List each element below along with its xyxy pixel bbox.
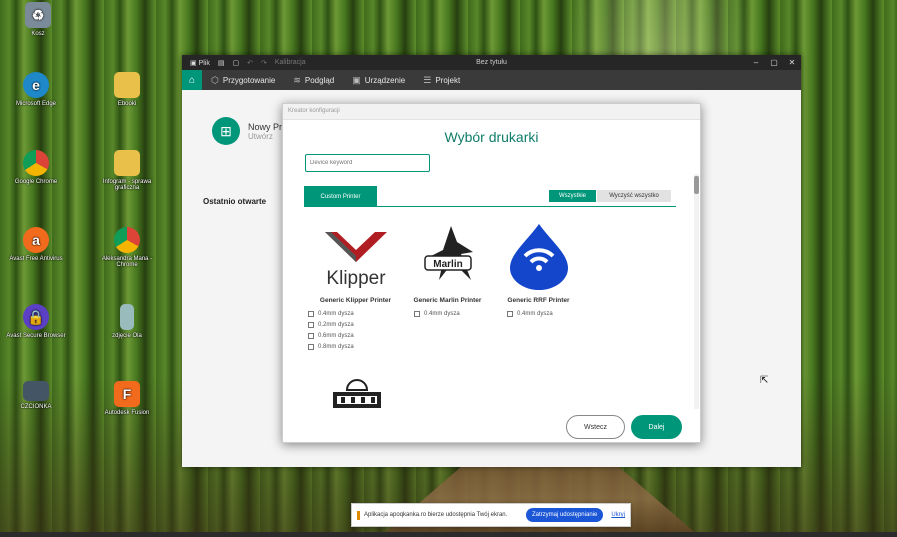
redo-icon[interactable]: ↷ [261,59,267,67]
checkbox[interactable] [308,332,314,339]
home-icon[interactable]: ⌂ [182,70,202,90]
recent-heading: Ostatnio otwarte [203,197,267,206]
folder-image-icon [114,150,140,176]
minimize-icon[interactable]: – [747,58,765,67]
printer-card-rrf[interactable]: Generic RRF Printer 0.4mm dysza [491,222,586,319]
avast-icon: a [23,227,49,253]
nozzle-option[interactable]: 0.6mm dysza [308,330,403,341]
new-project-button[interactable]: ⊞ Nowy Pr Utwórz [212,117,282,145]
printer-card-klipper[interactable]: Klipper Generic Klipper Printer 0.4mm dy… [308,222,403,352]
marlin-logo: Marlin [423,226,473,280]
layers-icon: ≋ [293,74,301,85]
title-bar: ▣ Plik ▤ ▢ ↶ ↷ Kalibracja Bez tytułu – ▢… [182,55,801,70]
nozzle-option[interactable]: 0.4mm dysza [507,308,586,319]
desktop-icon-chrome[interactable]: Google Chrome [6,150,66,185]
mouse-cursor-icon: ⇱ [760,375,769,386]
printer-card-marlin[interactable]: Marlin Generic Marlin Printer 0.4mm dysz… [400,222,495,319]
klipper-logo: Klipper [324,232,387,289]
recycle-bin-icon: ♻ [25,2,51,28]
calibration-menu[interactable]: Kalibracja [275,59,306,66]
open-icon[interactable]: ▢ [232,59,239,67]
font-folder-icon [23,381,49,401]
chrome-profile-icon [114,227,140,253]
next-button[interactable]: Dalej [631,415,682,439]
tab-project[interactable]: ☰ Projekt [414,75,469,86]
desktop-icon-zdjecie[interactable]: zdjęcie Ola [97,304,157,339]
nozzle-option[interactable]: 0.4mm dysza [414,308,495,319]
search-input[interactable] [305,154,430,172]
printer-logo-partial [333,379,381,408]
checkbox[interactable] [308,321,314,328]
file-menu[interactable]: ▣ Plik [190,59,210,67]
device-icon: ▣ [352,74,361,85]
svg-text:Klipper: Klipper [326,268,386,289]
back-button[interactable]: Wstecz [566,415,625,439]
desktop-icon-edge[interactable]: e Microsoft Edge [6,72,66,107]
list-icon: ☰ [423,74,432,85]
main-tab-bar: ⌂ ⬡ Przygotowanie ≋ Podgląd ▣ Urządzenie ☰ P… [182,70,801,90]
desktop-icon-recycle-bin[interactable]: ♻ Kosz [8,2,68,37]
nozzle-option[interactable]: 0.2mm dysza [308,319,403,330]
clear-all-button[interactable]: Wyczyść wszystko [597,190,671,202]
nozzle-option[interactable]: 0.8mm dysza [308,341,403,352]
nozzle-option[interactable]: 0.4mm dysza [308,308,403,319]
plus-icon: ⊞ [212,117,240,145]
checkbox[interactable] [308,343,314,350]
folder-icon [114,72,140,98]
tab-device[interactable]: ▣ Urządzenie [343,75,414,86]
taskbar [0,532,897,537]
chrome-icon [23,150,49,176]
checkbox[interactable] [308,310,314,317]
screen-share-notification: Aplikacja apoqkanka.ro bierze udostępnia… [351,503,631,527]
image-file-icon [120,304,134,330]
svg-text:Marlin: Marlin [433,259,462,270]
close-icon[interactable]: ✕ [783,58,801,67]
desktop-icon-fusion[interactable]: F Autodesk Fusion [97,381,157,416]
rrf-logo [509,224,568,290]
sharing-indicator-icon [357,510,360,520]
stop-sharing-button[interactable]: Zatrzymaj udostępnianie [525,508,604,522]
scrollbar-thumb[interactable] [694,176,699,194]
cube-icon: ⬡ [211,74,219,85]
checkbox[interactable] [507,310,513,317]
vendor-tab-row: Custom Printer Wszystkie Wyczyść wszystk… [304,186,676,207]
undo-icon[interactable]: ↶ [247,59,253,67]
checkbox[interactable] [414,310,420,317]
fusion-icon: F [114,381,140,407]
desktop-icon-chrome-profile[interactable]: Aleksandra Mana - Chrome [97,227,157,268]
dialog-title: Wybór drukarki [444,129,539,145]
avast-browser-icon: 🔒 [23,304,49,330]
desktop-icon-ebooki[interactable]: Ebooki [97,72,157,107]
select-all-button[interactable]: Wszystkie [549,190,596,202]
save-icon[interactable]: ▤ [218,59,225,67]
desktop-icon-avast[interactable]: a Avast Free Antivirus [6,227,66,262]
desktop-icon-infogram[interactable]: Infogram - sprawa graficzna [97,150,157,191]
desktop-icon-avast-browser[interactable]: 🔒 Avast Secure Browser [6,304,66,339]
maximize-icon[interactable]: ▢ [765,58,783,67]
dialog-header: Kreator konfiguracji [283,104,700,120]
edge-icon: e [23,72,49,98]
desktop-icon-czcionka[interactable]: CZCIONKA [6,381,66,410]
tab-preview[interactable]: ≋ Podgląd [284,75,343,86]
printer-selection-dialog: Kreator konfiguracji Wybór drukarki Cust… [282,103,701,443]
tab-custom-printer[interactable]: Custom Printer [304,186,377,207]
hide-link[interactable]: Ukryj [607,512,625,518]
tab-prepare[interactable]: ⬡ Przygotowanie [202,75,284,86]
scrollbar[interactable] [694,174,699,409]
